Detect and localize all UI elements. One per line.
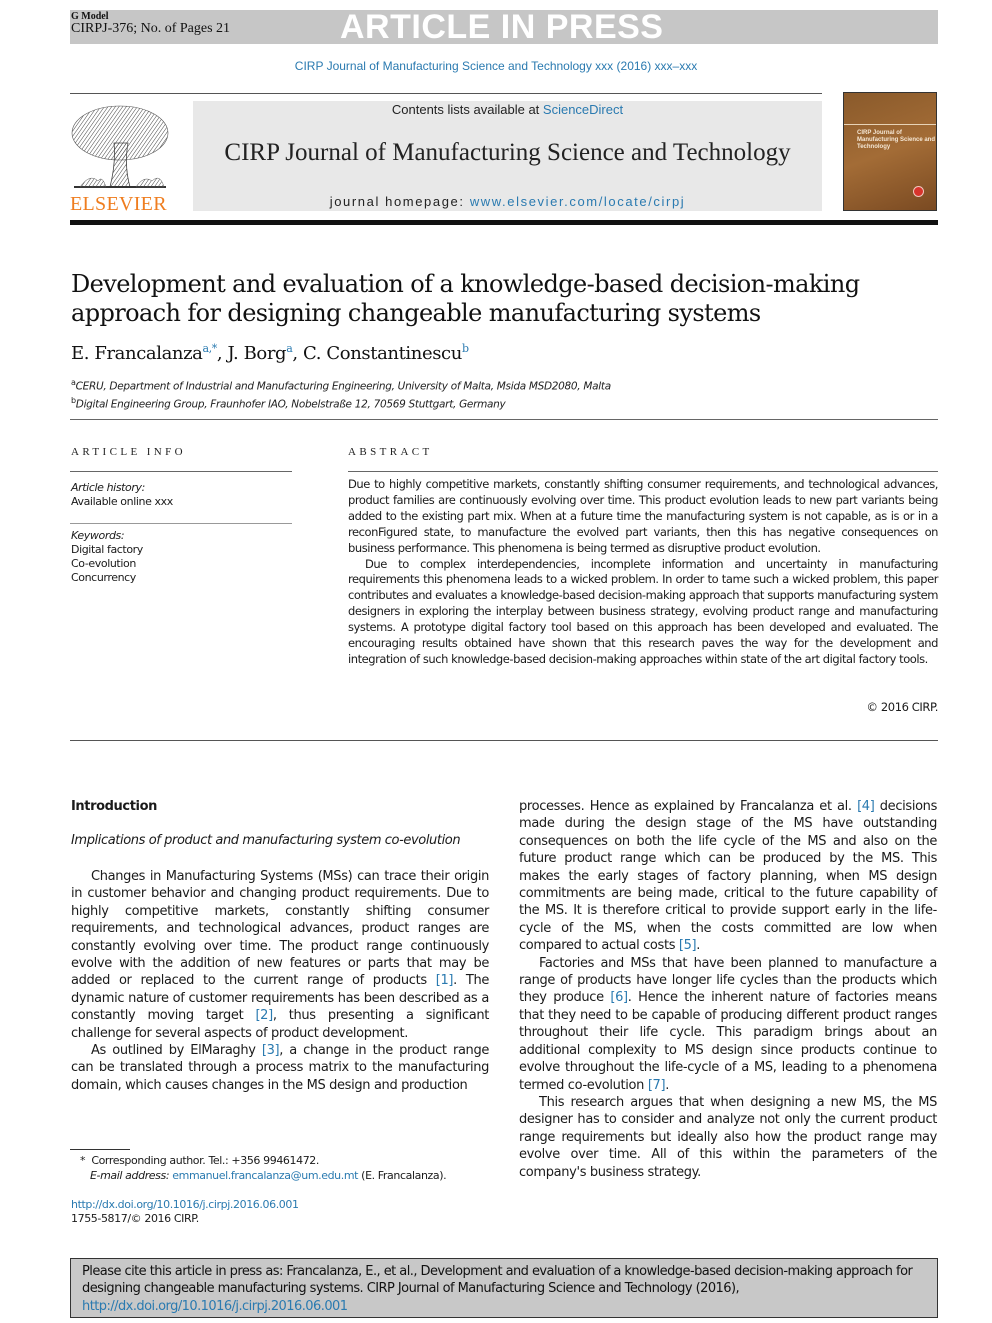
affiliation: bDigital Engineering Group, Fraunhofer I… xyxy=(71,394,611,412)
keywords-label: Keywords: xyxy=(71,529,125,542)
body-text: processes. Hence as explained by Francal… xyxy=(519,799,858,814)
section-rule xyxy=(70,740,938,741)
body-paragraph: As outlined by ElMaraghy [3], a change i… xyxy=(71,1042,489,1094)
citation-body: Please cite this article in press as: Fr… xyxy=(82,1264,913,1297)
abstract-copyright: © 2016 CIRP. xyxy=(866,700,939,714)
email-suffix: (E. Francalanza). xyxy=(358,1169,447,1182)
abstract-paragraph: Due to complex interdependencies, incomp… xyxy=(348,556,938,666)
email-label: E-mail address: xyxy=(90,1169,170,1182)
body-paragraph: processes. Hence as explained by Francal… xyxy=(519,798,937,955)
citation-ref-link[interactable]: [7] xyxy=(648,1078,666,1093)
article-info-heading: ARTICLE INFO xyxy=(71,446,186,458)
body-text: Changes in Manufacturing Systems (MSs) c… xyxy=(71,869,489,989)
journal-cover-rule xyxy=(844,124,936,125)
abstract-body: Due to highly competitive markets, const… xyxy=(348,477,938,668)
abstract-paragraph: Due to highly competitive markets, const… xyxy=(348,477,938,555)
citation-ref-link[interactable]: [1] xyxy=(436,973,454,988)
citation-doi-link[interactable]: http://dx.doi.org/10.1016/j.cirpj.2016.0… xyxy=(82,1299,348,1314)
footnote-rule xyxy=(70,1149,130,1150)
author-name: J. Borg xyxy=(227,343,287,364)
email-link[interactable]: emmanuel.francalanza@um.edu.mt xyxy=(172,1169,358,1182)
abstract-heading: ABSTRACT xyxy=(348,446,433,458)
body-text: . xyxy=(696,938,701,954)
journal-homepage-line: journal homepage: www.elsevier.com/locat… xyxy=(193,194,822,209)
citation-ref-link[interactable]: [2] xyxy=(255,1008,273,1023)
affiliation-text: Digital Engineering Group, Fraunhofer IA… xyxy=(75,398,506,410)
citation-ref-link[interactable]: [6] xyxy=(610,990,628,1005)
section-heading-introduction: Introduction xyxy=(71,799,157,814)
abstract-rule xyxy=(348,471,938,472)
article-history-label: Article history: xyxy=(71,481,145,494)
citation-text: Please cite this article in press as: Fr… xyxy=(82,1263,930,1315)
journal-reference: CIRP Journal of Manufacturing Science an… xyxy=(294,59,698,73)
keywords-list: Digital factory Co-evolution Concurrency xyxy=(71,543,143,585)
elsevier-wordmark: ELSEVIER xyxy=(70,193,167,215)
article-in-press-text: ARTICLE IN PRESS xyxy=(340,8,664,46)
body-paragraph: Changes in Manufacturing Systems (MSs) c… xyxy=(71,868,489,1042)
article-title: Development and evaluation of a knowledg… xyxy=(71,270,860,327)
keyword: Co-evolution xyxy=(71,557,136,570)
body-column-left: Changes in Manufacturing Systems (MSs) c… xyxy=(71,868,489,1094)
header-thick-rule xyxy=(70,220,938,225)
article-history-value: Available online xxx xyxy=(71,495,173,508)
cirp-seal-icon xyxy=(913,186,924,197)
section-rule xyxy=(70,419,938,420)
citation-ref-link[interactable]: [3] xyxy=(262,1043,280,1058)
citation-ref-link[interactable]: [5] xyxy=(679,938,697,953)
author-name: C. Constantinescu xyxy=(303,343,462,364)
author-affiliation-mark[interactable]: a,* xyxy=(203,342,218,355)
article-info-rule xyxy=(70,523,292,524)
footnote-text: Corresponding author. Tel.: +356 9946147… xyxy=(91,1154,320,1167)
keyword: Concurrency xyxy=(71,571,136,584)
footnote-mark: * xyxy=(80,1154,86,1167)
body-text: . Hence the inherent nature of factories… xyxy=(519,990,937,1093)
author-affiliation-mark[interactable]: b xyxy=(462,342,469,355)
body-text: decisions made during the design stage o… xyxy=(519,799,937,954)
contents-line: Contents lists available at ScienceDirec… xyxy=(193,102,822,117)
manuscript-id: CIRPJ-376; No. of Pages 21 xyxy=(71,21,231,36)
affiliation-text: CERU, Department of Industrial and Manuf… xyxy=(75,380,612,393)
header-top-rule xyxy=(70,93,822,94)
article-info-rule xyxy=(70,471,292,472)
sciencedirect-link[interactable]: ScienceDirect xyxy=(543,102,623,117)
body-column-right: processes. Hence as explained by Francal… xyxy=(519,798,937,1181)
affiliations: aCERU, Department of Industrial and Manu… xyxy=(71,376,611,411)
journal-cover-title: CIRP Journal of Manufacturing Science an… xyxy=(857,130,936,150)
author-name: E. Francalanza xyxy=(71,343,203,364)
journal-homepage-link[interactable]: www.elsevier.com/locate/cirpj xyxy=(470,194,685,209)
homepage-prefix: journal homepage: xyxy=(329,194,470,209)
contents-prefix: Contents lists available at xyxy=(391,102,543,117)
body-paragraph: This research argues that when designing… xyxy=(519,1094,937,1181)
journal-title: CIRP Journal of Manufacturing Science an… xyxy=(224,139,791,166)
author-affiliation-mark[interactable]: a xyxy=(286,342,293,355)
citation-ref-link[interactable]: [4] xyxy=(857,799,875,814)
body-text: . xyxy=(665,1077,669,1093)
body-paragraph: Factories and MSs that have been planned… xyxy=(519,955,937,1094)
doi-link[interactable]: http://dx.doi.org/10.1016/j.cirpj.2016.0… xyxy=(71,1198,299,1211)
issn-copyright: 1755-5817/© 2016 CIRP. xyxy=(71,1212,199,1225)
corresponding-author-footnote: * Corresponding author. Tel.: +356 99461… xyxy=(80,1154,319,1167)
subsection-heading: Implications of product and manufacturin… xyxy=(71,833,461,848)
email-footnote: E-mail address: emmanuel.francalanza@um.… xyxy=(90,1169,447,1182)
author-list: E. Francalanzaa,*, J. Borga, C. Constant… xyxy=(71,342,469,364)
keyword: Digital factory xyxy=(71,543,143,556)
body-text: As outlined by ElMaraghy xyxy=(91,1043,262,1059)
affiliation: aCERU, Department of Industrial and Manu… xyxy=(71,376,611,394)
body-text: This research argues that when designing… xyxy=(519,1094,937,1180)
